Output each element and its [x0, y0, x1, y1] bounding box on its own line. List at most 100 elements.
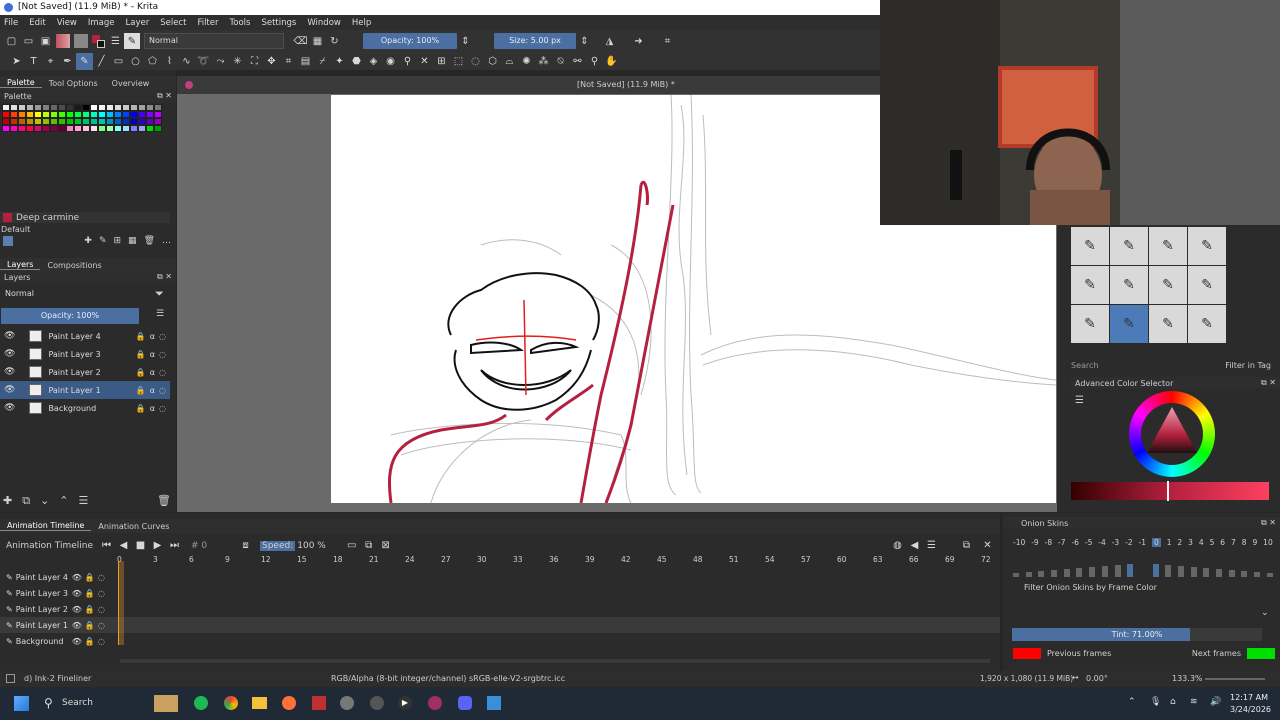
- palette-swatch[interactable]: [138, 104, 146, 111]
- crop-tool-icon[interactable]: ⌗: [280, 53, 297, 70]
- palette-swatch[interactable]: [130, 104, 138, 111]
- brush-preset-icon[interactable]: ✎: [1071, 227, 1109, 265]
- assistant-tool-icon[interactable]: ⚲: [399, 53, 416, 70]
- polygon-tool-icon[interactable]: ⬠: [144, 53, 161, 70]
- onion-frame-number[interactable]: 7: [1231, 538, 1236, 547]
- onion-toggle-icon[interactable]: ◌: [98, 637, 105, 646]
- palette-swatch[interactable]: [2, 111, 10, 118]
- transform-tool-icon[interactable]: ⛶: [246, 53, 263, 70]
- palette-swatch[interactable]: [98, 111, 106, 118]
- delete-layer-icon[interactable]: 🗑: [157, 494, 171, 508]
- onion-frame-number[interactable]: -4: [1098, 538, 1105, 547]
- duplicate-layer-icon[interactable]: ⧉: [22, 494, 30, 508]
- palette-swatch[interactable]: [18, 125, 26, 132]
- close-icon[interactable]: ⧉ ✕: [157, 272, 172, 282]
- palette-swatch[interactable]: [106, 104, 114, 111]
- onion-frame-number[interactable]: -10: [1013, 538, 1025, 547]
- lock-icon[interactable]: 🔒: [136, 350, 146, 359]
- onion-opacity-bar[interactable]: [1165, 565, 1172, 577]
- palette-swatch[interactable]: [2, 125, 10, 132]
- palette-swatch[interactable]: [66, 118, 74, 125]
- line-tool-icon[interactable]: ╱: [93, 53, 110, 70]
- eraser-icon[interactable]: ⌫: [292, 33, 309, 50]
- fill-tool-icon[interactable]: ◈: [365, 53, 382, 70]
- eye-icon[interactable]: 👁: [72, 589, 82, 598]
- palette-swatch[interactable]: [114, 118, 122, 125]
- onion-opacity-bar[interactable]: [1038, 571, 1045, 577]
- palette-swatch[interactable]: [114, 104, 122, 111]
- brush-preset-icon[interactable]: ✎: [1110, 305, 1148, 343]
- onion-filter-toggle[interactable]: Filter Onion Skins by Frame Color: [1013, 583, 1157, 592]
- next-frame-icon[interactable]: ⏭: [166, 537, 183, 554]
- freehand-select-icon[interactable]: ⌓: [501, 53, 518, 70]
- palette-swatch[interactable]: [18, 111, 26, 118]
- palette-swatch[interactable]: [74, 104, 82, 111]
- palette-swatch[interactable]: [122, 104, 130, 111]
- layer-row[interactable]: 👁 Paint Layer 3 🔒 α ◌: [0, 345, 170, 363]
- audio-icon[interactable]: ◀: [906, 537, 923, 554]
- select-shapes-icon[interactable]: ➤: [8, 53, 25, 70]
- menu-help[interactable]: Help: [352, 18, 371, 28]
- palette-swatch[interactable]: [26, 111, 34, 118]
- lock-icon[interactable]: 🔒: [136, 386, 146, 395]
- previous-frames-color[interactable]: [1013, 648, 1041, 659]
- palette-swatch[interactable]: [50, 111, 58, 118]
- status-rotation[interactable]: 0.00°: [1086, 674, 1108, 683]
- prev-frame-icon[interactable]: ◀: [115, 537, 132, 554]
- speed-value[interactable]: 100 %: [297, 541, 337, 551]
- palette-swatch[interactable]: [154, 104, 162, 111]
- taskbar-search[interactable]: Search: [62, 698, 93, 708]
- palette-swatch[interactable]: [66, 111, 74, 118]
- dynamic-brush-icon[interactable]: ⤳: [212, 53, 229, 70]
- palette-swatch[interactable]: [130, 125, 138, 132]
- onion-opacity-bar[interactable]: [1114, 565, 1121, 577]
- palette-swatch[interactable]: [10, 111, 18, 118]
- save-icon[interactable]: ▣: [37, 33, 54, 50]
- palette-swatch[interactable]: [90, 104, 98, 111]
- smart-patch-icon[interactable]: ⬣: [348, 53, 365, 70]
- taskbar-time[interactable]: 12:17 AM: [1230, 693, 1268, 702]
- onion-frame-number[interactable]: -2: [1125, 538, 1132, 547]
- onion-frame-number[interactable]: -5: [1085, 538, 1092, 547]
- timeline-ruler[interactable]: 0 3 6 9 12 15 18 21 24 27 30 33 36 39 42 45 48 51 54 57 60 63…: [0, 555, 1000, 567]
- multibrush-icon[interactable]: ✳: [229, 53, 246, 70]
- settings-icon[interactable]: ☰: [923, 537, 940, 554]
- blend-mode-select[interactable]: Normal: [144, 33, 284, 49]
- palette-swatch[interactable]: [90, 118, 98, 125]
- menu-image[interactable]: Image: [88, 18, 115, 28]
- pattern-icon[interactable]: [74, 34, 88, 48]
- layer-row[interactable]: 👁 Paint Layer 2 🔒 α ◌: [0, 363, 170, 381]
- brush-preset-icon[interactable]: ✎: [1149, 227, 1187, 265]
- palette-swatch[interactable]: [42, 118, 50, 125]
- lock-icon[interactable]: 🔒: [85, 637, 95, 646]
- timeline-layer-row[interactable]: ✎ Paint Layer 2 👁 🔒 ◌: [0, 601, 1000, 617]
- eye-icon[interactable]: 👁: [4, 403, 15, 413]
- freehand-path-icon[interactable]: ➰: [195, 53, 212, 70]
- eye-icon[interactable]: 👁: [72, 637, 82, 646]
- palette-swatch[interactable]: [34, 111, 42, 118]
- krita-icon[interactable]: [487, 696, 501, 710]
- onion-toggle-icon[interactable]: ◌: [98, 605, 105, 614]
- eye-icon[interactable]: 👁: [72, 621, 82, 630]
- onion-frame-number[interactable]: 1: [1167, 538, 1172, 547]
- timeline-layer-row[interactable]: ✎ Paint Layer 4 👁 🔒 ◌: [0, 569, 1000, 585]
- float-icon[interactable]: ⧉: [958, 537, 975, 554]
- alpha-icon[interactable]: α: [150, 386, 155, 395]
- lock-icon[interactable]: 🔒: [136, 368, 146, 377]
- onion-frame-number[interactable]: 5: [1210, 538, 1215, 547]
- alpha-icon[interactable]: α: [150, 404, 155, 413]
- lock-icon[interactable]: 🔒: [85, 589, 95, 598]
- layer-row[interactable]: 👁 Paint Layer 4 🔒 α ◌: [0, 327, 170, 345]
- search-icon[interactable]: ⚲: [44, 696, 53, 710]
- menu-settings[interactable]: Settings: [261, 18, 296, 28]
- wrap-around-icon[interactable]: ⌗: [659, 33, 676, 50]
- palette-swatch[interactable]: [34, 104, 42, 111]
- alpha-icon[interactable]: α: [150, 368, 155, 377]
- add-frame-icon[interactable]: ▭: [343, 537, 360, 554]
- menu-tools[interactable]: Tools: [230, 18, 251, 28]
- onion-frame-number[interactable]: 4: [1199, 538, 1204, 547]
- color-swap-icon[interactable]: [90, 33, 107, 50]
- timeline-layer-row[interactable]: ✎ Paint Layer 1 👁 🔒 ◌: [0, 617, 1000, 633]
- palette-swatch[interactable]: [10, 104, 18, 111]
- mirror-horizontal-icon[interactable]: ◮: [601, 33, 618, 50]
